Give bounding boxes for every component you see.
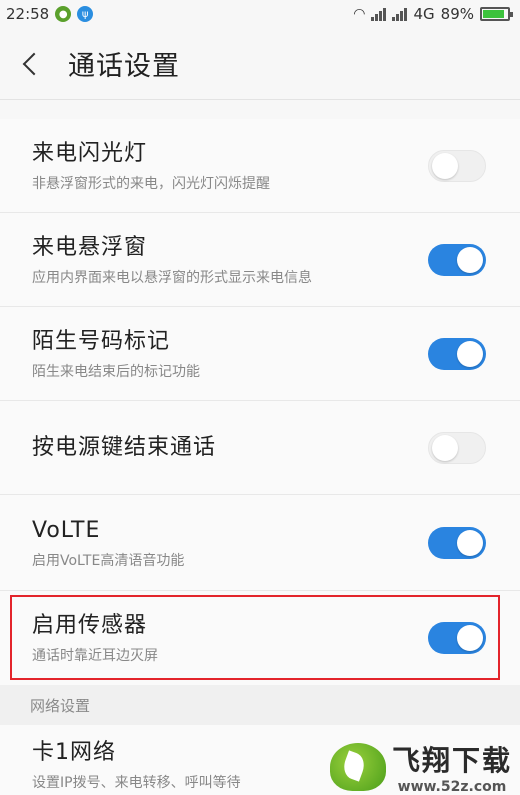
signal-icon-2 [392,7,408,21]
header: 通话设置 [0,28,520,100]
wifi-icon: ◠ [353,6,366,22]
signal-icon [371,7,387,21]
watermark: 飞翔下载 www.52z.com [329,739,512,795]
toggle-switch[interactable] [428,431,486,464]
setting-item-power-key[interactable]: 按电源键结束通话 [0,401,520,495]
app-notification-icon: ● [55,6,72,22]
section-header-network: 网络设置 [0,685,520,725]
setting-title: 启用传感器 [32,613,148,638]
status-right: ◠ 4G 89% [353,5,513,23]
setting-subtitle: 非悬浮窗形式的来电，闪光灯闪烁提醒 [32,175,270,192]
toggle-knob [457,529,483,556]
toggle-switch[interactable] [428,526,486,559]
status-time: 22:58 [6,5,50,23]
toggle-switch[interactable] [428,149,486,182]
setting-item-volte[interactable]: VoLTE 启用VoLTE高清语音功能 [0,495,520,591]
settings-list: 来电闪光灯 非悬浮窗形式的来电，闪光灯闪烁提醒 来电悬浮窗 应用内界面来电以悬浮… [0,119,520,685]
back-arrow-icon[interactable] [18,50,46,78]
battery-icon [480,7,513,21]
setting-item-stranger-mark[interactable]: 陌生号码标记 陌生来电结束后的标记功能 [0,307,520,401]
toggle-knob [457,246,483,273]
watermark-url: www.52z.com [397,779,507,795]
status-left: 22:58 ● ψ [6,5,94,23]
toggle-switch[interactable] [428,243,486,276]
battery-percent: 89% [440,5,474,23]
watermark-brand: 飞翔下载 [391,744,512,777]
setting-item-sensor[interactable]: 启用传感器 通话时靠近耳边灭屏 [0,591,520,685]
setting-subtitle: 通话时靠近耳边灭屏 [32,648,158,664]
setting-subtitle: 启用VoLTE高清语音功能 [32,552,185,569]
setting-title: VoLTE [32,517,101,543]
setting-title: 来电闪光灯 [32,140,148,166]
status-bar: 22:58 ● ψ ◠ 4G 89% [0,0,520,28]
watermark-logo-icon [329,743,386,791]
setting-item-floating-window[interactable]: 来电悬浮窗 应用内界面来电以悬浮窗的形式显示来电信息 [0,213,520,307]
usb-notification-icon: ψ [77,6,94,22]
setting-title: 陌生号码标记 [32,328,171,354]
toggle-knob [432,152,458,179]
toggle-knob [457,340,483,367]
page-title: 通话设置 [68,51,180,82]
toggle-knob [432,434,458,461]
network-type: 4G [413,5,435,23]
toggle-switch[interactable] [428,622,486,654]
toggle-switch[interactable] [428,337,486,370]
setting-title: 来电悬浮窗 [32,234,148,260]
setting-item-flash[interactable]: 来电闪光灯 非悬浮窗形式的来电，闪光灯闪烁提醒 [0,119,520,213]
setting-subtitle: 陌生来电结束后的标记功能 [32,363,200,380]
toggle-knob [457,625,483,651]
setting-title: 按电源键结束通话 [32,434,217,460]
setting-subtitle: 应用内界面来电以悬浮窗的形式显示来电信息 [32,269,312,286]
